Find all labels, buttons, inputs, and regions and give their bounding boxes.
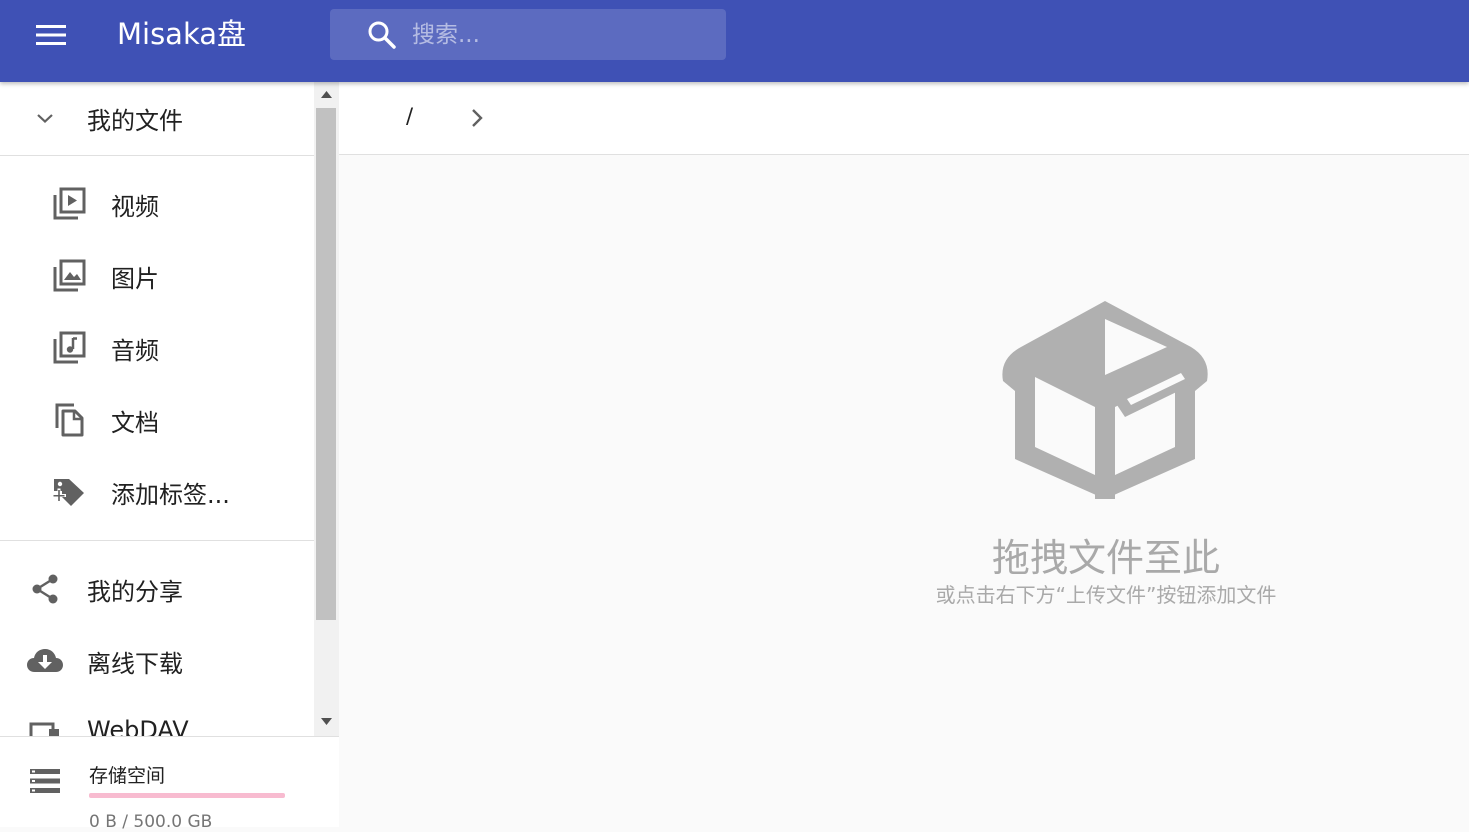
main-content: / 拖拽文件至此 或点击右下方“上传文件”按钮添加文件: [339, 82, 1469, 827]
sidebar-item-label: 音频: [111, 337, 159, 365]
sidebar-item-offline-download[interactable]: 离线下载: [0, 625, 314, 697]
sidebar-item-my-share[interactable]: 我的分享: [0, 553, 314, 625]
sidebar-item-video[interactable]: 视频: [0, 168, 314, 240]
devices-icon: [28, 716, 62, 736]
search-icon: [366, 19, 398, 51]
sidebar-item-label: 添加标签...: [111, 481, 230, 509]
sidebar-item-label: 我的文件: [87, 107, 183, 135]
navigation-drawer: 我的文件 视频 图片 音频 文档 添加标签... 我的分享 离线下载 WebDA…: [0, 82, 339, 832]
scrollbar-thumb[interactable]: [316, 108, 336, 620]
hamburger-menu-icon: [36, 25, 66, 45]
storage-progress-bar: [89, 793, 285, 798]
sidebar-item-label: 图片: [111, 265, 159, 293]
search-input[interactable]: [412, 9, 712, 60]
sidebar-item-label: WebDAV: [87, 716, 189, 736]
storage-usage: 0 B / 500.0 GB: [89, 812, 213, 832]
sidebar-item-add-tag[interactable]: 添加标签...: [0, 456, 314, 528]
empty-state-subtitle: 或点击右下方“上传文件”按钮添加文件: [935, 583, 1277, 607]
document-copy-icon: [52, 403, 86, 437]
video-library-icon: [52, 187, 86, 221]
sidebar-item-label: 我的分享: [87, 578, 183, 606]
storage-title: 存储空间: [89, 765, 166, 787]
divider: [0, 155, 314, 156]
share-icon: [28, 572, 62, 606]
scroll-up-arrow-icon[interactable]: [320, 88, 333, 101]
menu-button[interactable]: [22, 11, 80, 59]
sidebar-item-audio[interactable]: 音频: [0, 312, 314, 384]
app-bar: Misaka盘: [0, 0, 1469, 82]
add-tag-icon: [52, 475, 86, 509]
sidebar-item-documents[interactable]: 文档: [0, 384, 314, 456]
sidebar-item-label: 视频: [111, 193, 159, 221]
chevron-right-icon[interactable]: [463, 104, 491, 132]
cloud-download-icon: [26, 644, 64, 678]
app-title: Misaka盘: [117, 17, 247, 51]
divider: [0, 540, 314, 541]
sidebar-item-webdav[interactable]: WebDAV: [0, 697, 314, 736]
storage-panel: 存储空间 0 B / 500.0 GB: [0, 736, 339, 832]
photo-library-icon: [52, 259, 86, 293]
search-box[interactable]: [330, 9, 726, 60]
scroll-down-arrow-icon[interactable]: [320, 715, 333, 728]
sidebar-item-label: 文档: [111, 409, 159, 437]
empty-state: 拖拽文件至此 或点击右下方“上传文件”按钮添加文件: [339, 155, 1469, 827]
sidebar-item-label: 离线下载: [87, 650, 183, 678]
chevron-down-icon[interactable]: [33, 106, 57, 130]
drawer-scrollbar[interactable]: [314, 82, 339, 736]
music-library-icon: [52, 331, 86, 365]
sidebar-item-images[interactable]: 图片: [0, 240, 314, 312]
path-toolbar: /: [339, 82, 1469, 155]
breadcrumb-root[interactable]: /: [406, 104, 413, 128]
drawer-scroll-area[interactable]: 我的文件 视频 图片 音频 文档 添加标签... 我的分享 离线下载 WebDA…: [0, 82, 314, 736]
storage-icon: [28, 766, 62, 796]
empty-state-title: 拖拽文件至此: [991, 536, 1220, 580]
sidebar-item-my-files[interactable]: 我的文件: [0, 82, 314, 155]
empty-box-icon: [999, 295, 1213, 499]
